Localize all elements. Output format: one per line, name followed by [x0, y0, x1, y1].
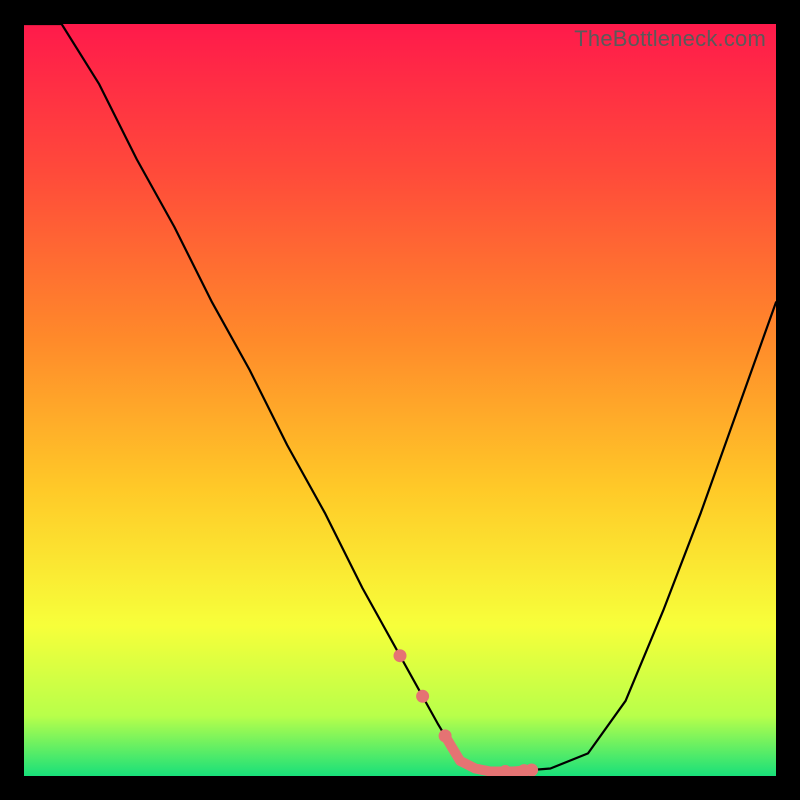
highlight-dot — [525, 764, 538, 777]
chart-gradient-background — [24, 24, 776, 776]
highlight-dot — [394, 649, 407, 662]
chart-frame: TheBottleneck.com — [24, 24, 776, 776]
highlight-dot — [439, 729, 452, 742]
chart-svg — [24, 24, 776, 776]
highlight-dot — [416, 690, 429, 703]
